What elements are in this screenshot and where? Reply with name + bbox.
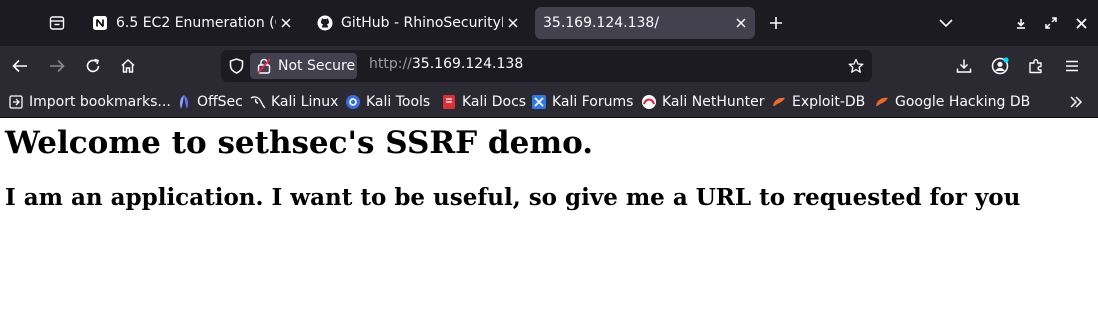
bookmark-star-icon[interactable]: [846, 56, 866, 76]
import-icon: [8, 94, 24, 110]
bookmark-label: Kali Linux: [271, 93, 339, 110]
account-icon[interactable]: [989, 55, 1011, 77]
nethunter-icon: [641, 94, 657, 110]
bookmark-kali-docs[interactable]: Kali Docs: [441, 86, 526, 117]
not-secure-indicator[interactable]: Not Secure: [250, 53, 357, 79]
bookmark-label: Kali Forums: [552, 93, 634, 110]
url-text[interactable]: http://35.169.124.138: [369, 56, 523, 72]
url-host: 35.169.124.138: [411, 56, 524, 72]
bookmark-label: Import bookmarks...: [29, 93, 171, 110]
back-icon[interactable]: [9, 55, 31, 77]
close-tab-icon[interactable]: [276, 13, 296, 33]
github-icon: [317, 15, 333, 31]
app-menu-icon[interactable]: [1061, 55, 1083, 77]
extensions-icon[interactable]: [1025, 55, 1047, 77]
minimize-window-icon[interactable]: [1012, 13, 1030, 33]
kali-forums-icon: [531, 94, 547, 110]
close-tab-icon[interactable]: [731, 13, 751, 33]
not-secure-label: Not Secure: [278, 58, 356, 74]
bookmark-import[interactable]: Import bookmarks...: [8, 86, 171, 117]
page-heading: Welcome to sethsec's SSRF demo.: [5, 125, 594, 161]
bookmark-kali-nethunter[interactable]: Kali NetHunter: [641, 86, 764, 117]
home-icon[interactable]: [117, 55, 139, 77]
forward-icon[interactable]: [46, 55, 68, 77]
tab-active-35-169-124-138[interactable]: 35.169.124.138/: [535, 7, 755, 39]
kali-dragon-icon: [250, 94, 266, 110]
bookmark-kali-forums[interactable]: Kali Forums: [531, 86, 633, 117]
ghdb-icon: [874, 94, 890, 110]
url-scheme: http://: [369, 56, 412, 72]
bookmark-label: Kali NetHunter: [662, 93, 765, 110]
bookmark-offsec[interactable]: OffSec: [176, 86, 243, 117]
list-all-tabs-icon[interactable]: [935, 12, 957, 34]
kali-docs-icon: [441, 94, 457, 110]
url-bar[interactable]: Not Secure http://35.169.124.138: [221, 50, 872, 82]
bookmark-exploit-db[interactable]: Exploit-DB: [771, 86, 865, 117]
bookmark-label: Exploit-DB: [792, 93, 866, 110]
firefox-view-icon[interactable]: [46, 12, 68, 34]
shield-icon[interactable]: [227, 57, 245, 75]
bookmark-kali-linux[interactable]: Kali Linux: [250, 86, 338, 117]
more-bookmarks-chevron-icon[interactable]: [1065, 91, 1087, 113]
broken-lock-icon: [256, 58, 272, 74]
downloads-icon[interactable]: [953, 55, 975, 77]
kali-tools-icon: [345, 94, 361, 110]
tab-title: GitHub - RhinoSecurityLab: [341, 15, 503, 31]
new-tab-icon[interactable]: [765, 12, 787, 34]
tab-github[interactable]: GitHub - RhinoSecurityLab: [309, 7, 527, 39]
bookmark-label: Google Hacking DB: [895, 93, 1031, 110]
close-tab-icon[interactable]: [503, 13, 523, 33]
tab-title: 6.5 EC2 Enumeration (CLI: [116, 15, 276, 31]
reload-icon[interactable]: [82, 55, 104, 77]
notion-icon: [92, 15, 108, 31]
bookmark-label: Kali Docs: [462, 93, 527, 110]
maximize-window-icon[interactable]: [1041, 13, 1061, 33]
bookmark-label: Kali Tools: [366, 93, 431, 110]
bookmark-kali-tools[interactable]: Kali Tools: [345, 86, 430, 117]
offsec-icon: [176, 94, 192, 110]
bookmark-google-hacking-db[interactable]: Google Hacking DB: [874, 86, 1030, 117]
tab-ec2-enumeration[interactable]: 6.5 EC2 Enumeration (CLI: [84, 7, 300, 39]
page-subheading: I am an application. I want to be useful…: [5, 184, 1021, 211]
bookmark-label: OffSec: [197, 93, 243, 110]
tab-title: 35.169.124.138/: [543, 15, 660, 31]
close-window-icon[interactable]: [1071, 13, 1091, 33]
exploit-db-icon: [771, 94, 787, 110]
